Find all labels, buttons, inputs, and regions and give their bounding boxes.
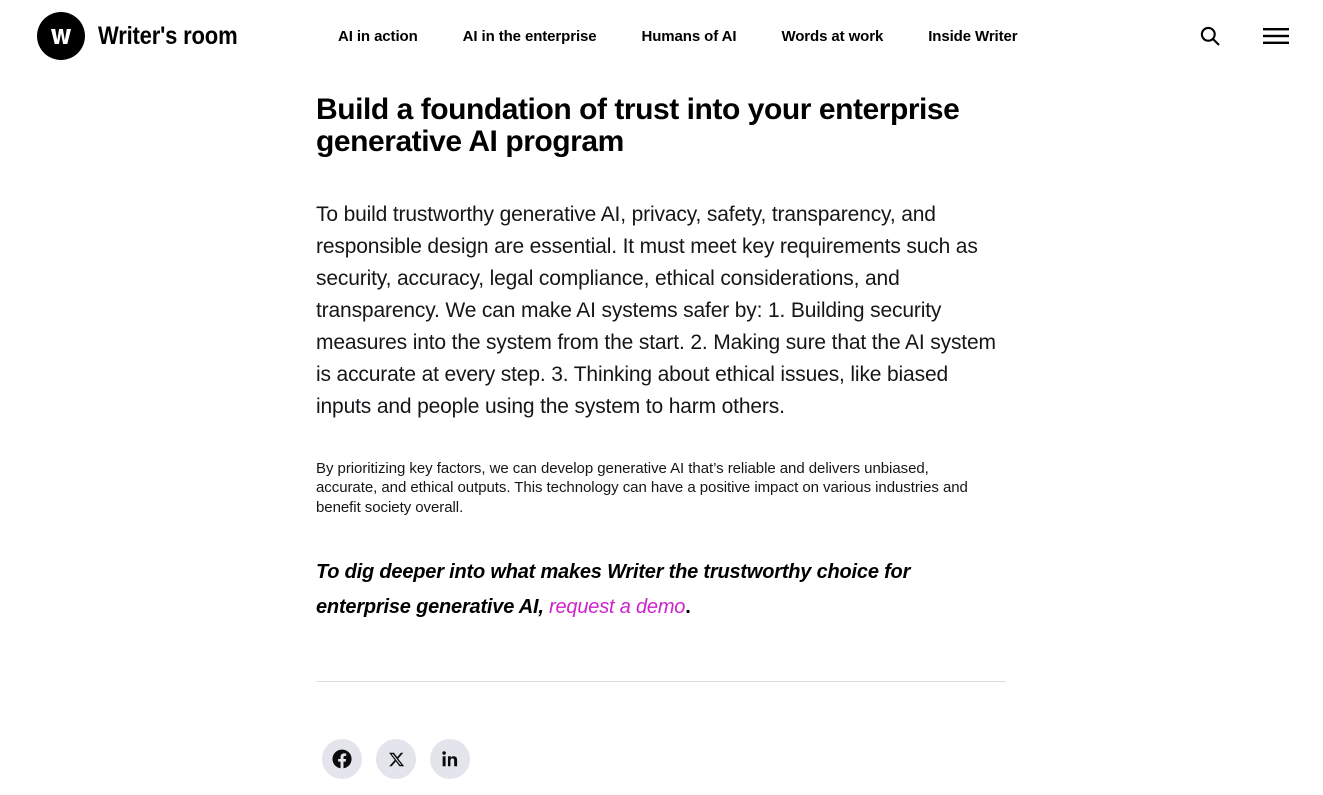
share-linkedin-button[interactable] [430, 739, 470, 779]
nav-item-inside-writer[interactable]: Inside Writer [928, 28, 1017, 45]
article-summary-note: By prioritizing key factors, we can deve… [316, 460, 968, 516]
content-divider [316, 681, 1006, 682]
article-cta-paragraph: To dig deeper into what makes Writer the… [316, 517, 1006, 625]
cta-period: . [685, 596, 691, 619]
x-twitter-icon [388, 751, 405, 768]
nav-item-words-at-work[interactable]: Words at work [781, 28, 883, 45]
search-icon [1198, 24, 1222, 48]
brand-wordmark: Writer's room [98, 21, 238, 50]
nav-item-humans-of-ai[interactable]: Humans of AI [642, 28, 737, 45]
brand-home-link[interactable]: Writer's room [37, 12, 256, 60]
writer-w-logo-icon [37, 12, 85, 60]
nav-item-ai-in-the-enterprise[interactable]: AI in the enterprise [463, 28, 597, 45]
nav-item-ai-in-action[interactable]: AI in action [338, 28, 418, 45]
search-button[interactable] [1197, 23, 1223, 49]
article-title: Build a foundation of trust into your en… [316, 93, 960, 159]
linkedin-icon [441, 750, 459, 768]
header-actions [1197, 0, 1289, 72]
site-header: Writer's room AI in action AI in the ent… [0, 0, 1323, 72]
main-navigation: AI in action AI in the enterprise Humans… [338, 0, 1018, 72]
facebook-icon [331, 748, 353, 770]
request-a-demo-link[interactable]: request a demo [549, 596, 685, 618]
article-content: Build a foundation of trust into your en… [316, 72, 1006, 625]
social-share-row [322, 739, 470, 779]
menu-button[interactable] [1263, 23, 1289, 49]
share-facebook-button[interactable] [322, 739, 362, 779]
article-body-paragraph: To build trustworthy generative AI, priv… [316, 203, 996, 419]
hamburger-menu-icon [1263, 27, 1289, 45]
share-x-button[interactable] [376, 739, 416, 779]
